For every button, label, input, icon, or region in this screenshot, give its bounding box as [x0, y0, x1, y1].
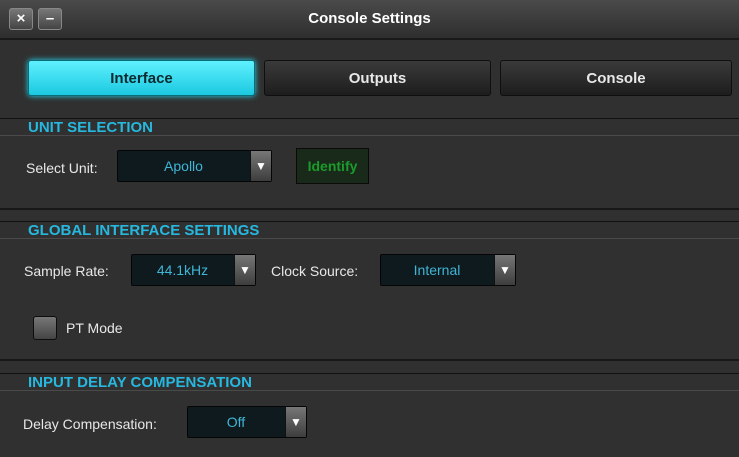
input-delay-header: INPUT DELAY COMPENSATION: [0, 373, 739, 391]
unit-value: Apollo: [164, 158, 203, 174]
global-settings-header: GLOBAL INTERFACE SETTINGS: [0, 221, 739, 239]
tab-bar: Interface Outputs Console: [28, 60, 732, 98]
sample-rate-value: 44.1kHz: [156, 262, 209, 278]
pt-mode-checkbox[interactable]: [33, 316, 57, 340]
window-title: Console Settings: [308, 10, 431, 27]
pt-mode-label: PT Mode: [66, 320, 123, 336]
unit-selection-header: UNIT SELECTION: [0, 118, 739, 136]
identify-button[interactable]: Identify: [296, 148, 369, 184]
clock-source-dropdown[interactable]: Internal ▼: [380, 254, 516, 286]
delay-compensation-dropdown[interactable]: Off ▼: [187, 406, 307, 438]
clock-source-value: Internal: [413, 262, 461, 278]
chevron-down-icon[interactable]: ▼: [250, 151, 271, 181]
divider: [0, 359, 739, 361]
console-settings-window: × – Console Settings Interface Outputs C…: [0, 0, 739, 457]
select-unit-dropdown[interactable]: Apollo ▼: [117, 150, 272, 182]
sample-rate-dropdown[interactable]: 44.1kHz ▼: [131, 254, 256, 286]
title-bar: × – Console Settings: [0, 0, 739, 40]
tab-outputs[interactable]: Outputs: [264, 60, 491, 96]
delay-value: Off: [226, 414, 246, 430]
select-unit-label: Select Unit:: [26, 160, 98, 176]
divider: [0, 208, 739, 210]
chevron-down-icon[interactable]: ▼: [234, 255, 255, 285]
sample-rate-label: Sample Rate:: [24, 263, 109, 279]
tab-console[interactable]: Console: [500, 60, 732, 96]
clock-source-label: Clock Source:: [271, 263, 359, 279]
tab-interface[interactable]: Interface: [28, 60, 255, 96]
chevron-down-icon[interactable]: ▼: [494, 255, 515, 285]
chevron-down-icon[interactable]: ▼: [285, 407, 306, 437]
delay-compensation-label: Delay Compensation:: [23, 416, 157, 432]
